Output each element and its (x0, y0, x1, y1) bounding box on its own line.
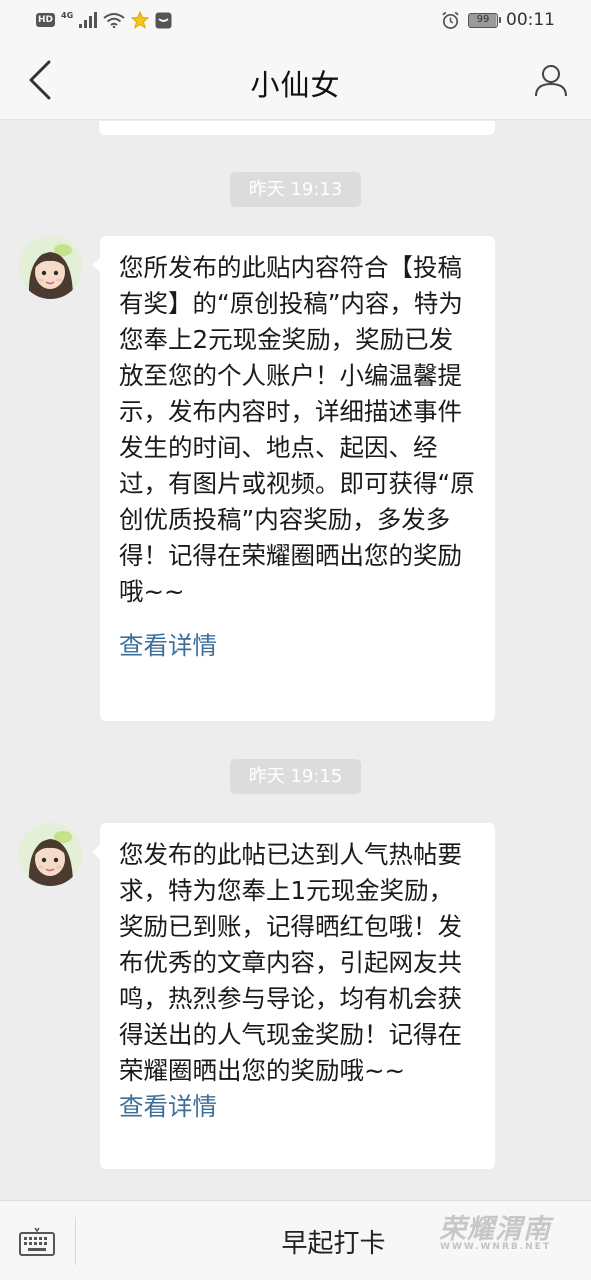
person-icon (535, 65, 567, 97)
view-details-link[interactable]: 查看详情 (119, 1089, 477, 1125)
star-icon (131, 11, 150, 29)
battery-indicator: 99 (468, 12, 501, 28)
title-bar: 小仙女 (0, 40, 591, 120)
network-type: 4G (61, 10, 74, 20)
avatar-girl-icon (19, 236, 82, 299)
message-bubble[interactable]: 您发布的此帖已达到人气热帖要求，特为您奉上1元现金奖励，奖励已到账，记得晒红包哦… (92, 823, 495, 1169)
menu-item-morning-checkin[interactable]: 早起打卡 (76, 1201, 591, 1280)
profile-button[interactable] (529, 58, 573, 102)
message-text: 您发布的此帖已达到人气热帖要求，特为您奉上1元现金奖励，奖励已到账，记得晒红包哦… (119, 840, 462, 1085)
avatar[interactable] (19, 236, 82, 299)
bottom-bar: 早起打卡 (0, 1200, 591, 1280)
page-title: 小仙女 (250, 68, 341, 102)
clock: 00:11 (506, 10, 555, 30)
keyboard-icon (19, 1227, 55, 1256)
message-text: 您所发布的此贴内容符合【投稿有奖】的“原创投稿”内容，特为您奉上2元现金奖励，奖… (119, 253, 475, 606)
chat-area[interactable]: 昨天 19:13 您所发布的此贴内容符合【投稿有奖】的“原创投稿”内容，特为您奉… (0, 121, 591, 1200)
notification-app-icon (155, 12, 172, 28)
message-bubble[interactable]: 您所发布的此贴内容符合【投稿有奖】的“原创投稿”内容，特为您奉上2元现金奖励，奖… (92, 236, 495, 721)
status-bar: HD 4G 99 00:11 (0, 0, 591, 40)
hd-badge: HD (36, 13, 56, 27)
message-timestamp: 昨天 19:13 (229, 172, 362, 207)
avatar-girl-icon (19, 823, 82, 886)
alarm-icon (442, 11, 459, 29)
status-right: 99 00:11 (441, 9, 555, 31)
keyboard-toggle-button[interactable] (14, 1219, 60, 1265)
avatar[interactable] (19, 823, 82, 886)
status-left: HD 4G (36, 10, 172, 30)
previous-message-bubble (99, 121, 495, 135)
wifi-icon (103, 13, 125, 28)
message-timestamp: 昨天 19:15 (229, 759, 362, 794)
signal-icon (79, 12, 98, 28)
view-details-link[interactable]: 查看详情 (119, 628, 477, 664)
